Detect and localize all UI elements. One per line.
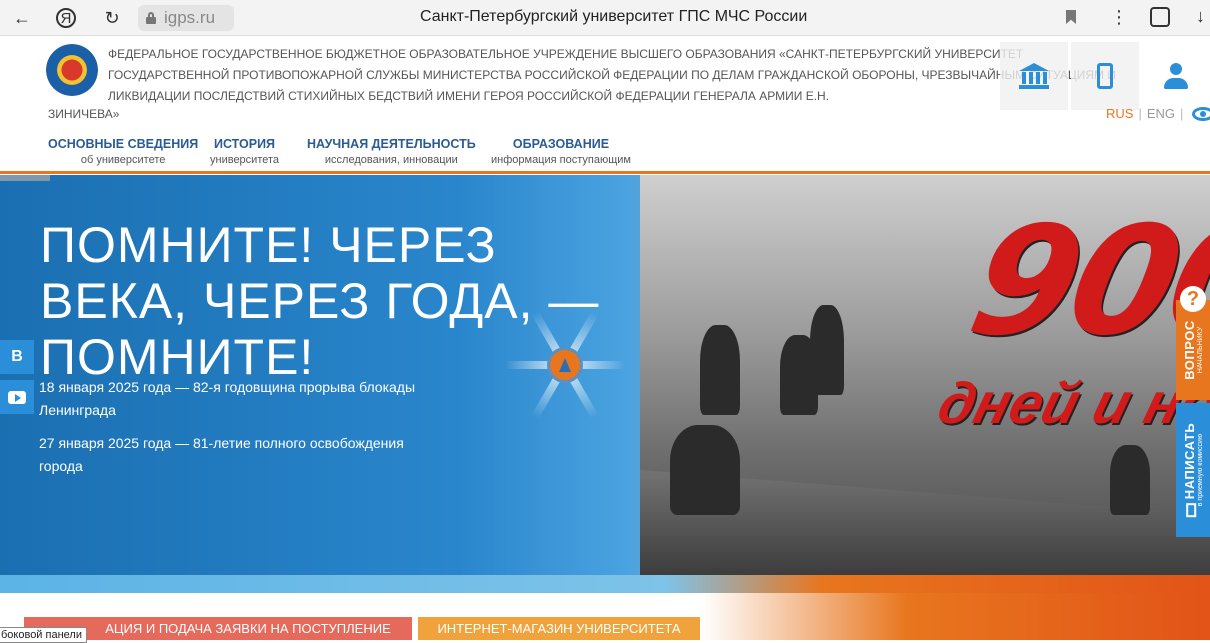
address-bar[interactable]: igps.ru (138, 5, 234, 31)
kebab-menu-icon[interactable]: ⋮ (1110, 7, 1128, 28)
download-icon[interactable]: ↓ (1196, 6, 1205, 27)
lock-icon (146, 12, 156, 24)
write-admission-tab[interactable]: НАПИСАТЬ в приемную комиссию (1176, 403, 1210, 537)
menu-item-education[interactable]: ОБРАЗОВАНИЕ информация поступающим (491, 137, 631, 166)
university-logo[interactable] (46, 44, 98, 96)
youtube-button[interactable] (0, 380, 34, 414)
ask-head-tab[interactable]: ВОПРОС НАЧАЛЬНИКУ (1176, 300, 1210, 400)
menu-item-history[interactable]: ИСТОРИЯ университета (210, 137, 279, 166)
sidebar-icon[interactable] (1150, 7, 1170, 27)
back-icon[interactable]: ← (10, 6, 34, 30)
banner-900-text: 900 (956, 195, 1210, 369)
lang-eng-link[interactable]: ENG (1147, 106, 1175, 121)
language-switcher: RUS | ENG | (1106, 106, 1210, 121)
menu-item-science[interactable]: НАУЧНАЯ ДЕЯТЕЛЬНОСТЬ исследования, иннова… (307, 137, 476, 166)
mail-icon (1185, 503, 1196, 518)
hero-indicator (0, 175, 50, 181)
org-name-tail: ЗИНИЧЕВА» (48, 107, 120, 121)
museum-button[interactable] (1000, 42, 1068, 110)
menu-item-about[interactable]: ОСНОВНЫЕ СВЕДЕНИЯ об университете (48, 137, 198, 166)
account-button[interactable] (1142, 42, 1210, 110)
hero-title: ПОМНИТЕ! ЧЕРЕЗ ВЕКА, ЧЕРЕЗ ГОДА, — ПОМНИ… (40, 217, 600, 385)
hero-line-2: 27 января 2025 года — 81-летие полного о… (39, 435, 404, 474)
lang-rus-link[interactable]: RUS (1106, 106, 1133, 121)
bookmark-icon[interactable] (1066, 10, 1076, 24)
site-header: ФЕДЕРАЛЬНОЕ ГОСУДАРСТВЕННОЕ БЮДЖЕТНОЕ ОБ… (0, 36, 1210, 128)
user-icon (1163, 63, 1189, 89)
browser-toolbar: ← Я ↻ igps.ru Санкт-Петербургский универ… (0, 0, 1210, 36)
banner-days-text: дней и но (931, 371, 1210, 436)
page-title: Санкт-Петербургский университет ГПС МЧС … (420, 8, 808, 25)
yandex-icon[interactable]: Я (56, 8, 76, 28)
accessibility-eye-icon[interactable] (1192, 106, 1210, 121)
mobile-version-button[interactable] (1071, 42, 1139, 110)
vk-button[interactable]: В (0, 340, 34, 374)
youtube-icon (8, 390, 26, 404)
hero-line-1: 18 января 2025 года — 82-я годовщина про… (39, 379, 416, 418)
reload-icon[interactable]: ↻ (100, 6, 124, 30)
museum-icon (1019, 63, 1049, 89)
main-menu: ОСНОВНЫЕ СВЕДЕНИЯ об университете ИСТОРИЯ… (0, 128, 1210, 174)
url-text: igps.ru (164, 8, 216, 27)
hero-bottom-strip (0, 575, 1210, 593)
phone-icon (1097, 63, 1113, 89)
hero-banner[interactable]: 900 дней и но ПОМНИТЕ! ЧЕРЕЗ ВЕКА, ЧЕРЕЗ… (0, 175, 1210, 575)
question-icon: ? (1180, 286, 1206, 312)
org-name: ФЕДЕРАЛЬНОЕ ГОСУДАРСТВЕННОЕ БЮДЖЕТНОЕ ОБ… (108, 47, 1116, 103)
shop-button[interactable]: ИНТЕРНЕТ-МАГАЗИН УНИВЕРСИТЕТА (418, 617, 700, 640)
sidebar-tooltip: боковой панели (0, 627, 87, 643)
